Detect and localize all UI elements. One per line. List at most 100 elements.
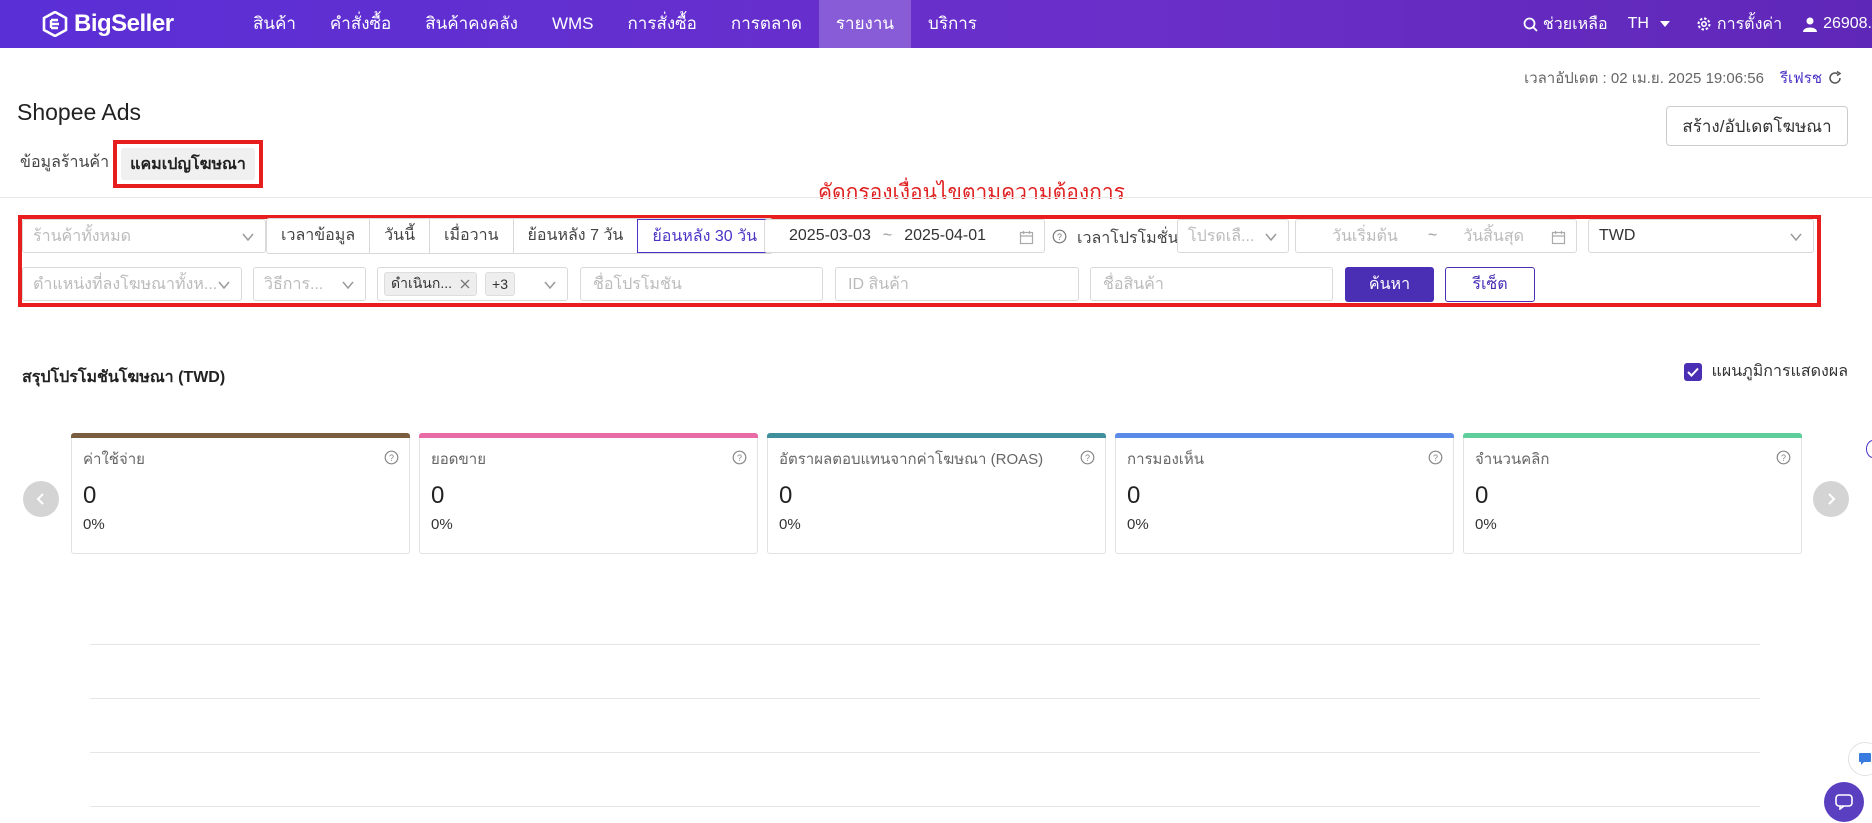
settings-link[interactable]: การตั้งค่า [1696, 12, 1782, 37]
refresh-icon [1829, 71, 1842, 84]
checkbox-checked-icon[interactable] [1683, 362, 1702, 381]
close-icon[interactable] [460, 279, 470, 289]
create-update-ad-button[interactable]: สร้าง/อัปเดตโฆษณา [1666, 106, 1848, 146]
svg-text:?: ? [737, 453, 742, 463]
help-link[interactable]: ช่วยเหลือ [1523, 12, 1608, 37]
range-yesterday[interactable]: เมื่อวาน [429, 219, 513, 253]
carousel-next-button[interactable] [1813, 481, 1849, 517]
metric-value: 0 [779, 482, 793, 509]
nav-item-reports[interactable]: รายงาน [818, 0, 912, 48]
card-color-bar [71, 433, 410, 438]
metric-card-clicks[interactable]: จำนวนคลิก ? 0 0% [1463, 433, 1802, 554]
carousel-prev-button[interactable] [23, 481, 59, 517]
data-time-range-group: เวลาข้อมูล วันนี้ เมื่อวาน ย้อนหลัง 7 วั… [266, 218, 774, 254]
promo-time-select[interactable]: โปรดเลื... [1177, 219, 1289, 253]
user-menu[interactable]: 26908. [1802, 15, 1872, 33]
product-id-placeholder: ID สินค้า [848, 275, 909, 293]
svg-text:?: ? [389, 453, 394, 463]
top-navbar: BigSeller สินค้า คำสั่งซื้อ สินค้าคงคลัง… [0, 0, 1872, 48]
range-today[interactable]: วันนี้ [369, 219, 429, 253]
range-last-7-days[interactable]: ย้อนหลัง 7 วัน [512, 219, 638, 253]
date-end: 2025-04-01 [904, 227, 987, 244]
metric-card-cost[interactable]: ค่าใช้จ่าย ? 0 0% [71, 433, 410, 554]
chevron-down-icon [544, 281, 556, 290]
promo-date-range-picker[interactable]: วันเริ่มต้น ~ วันสิ้นสุด [1295, 219, 1577, 253]
metric-percent: 0% [431, 516, 453, 533]
message-icon [1835, 794, 1853, 810]
ad-placement-select[interactable]: ตำแหน่งที่ลงโฆษณาทั้งห... [22, 267, 242, 301]
chevron-down-icon [218, 281, 230, 290]
metric-percent: 0% [779, 516, 801, 533]
promo-date-separator: ~ [1427, 227, 1438, 244]
range-last-30-days[interactable]: ย้อนหลัง 30 วัน [637, 219, 773, 253]
search-button[interactable]: ค้นหา [1345, 267, 1434, 302]
product-id-input[interactable]: ID สินค้า [835, 267, 1079, 301]
nav-item-services[interactable]: บริการ [911, 0, 994, 48]
chevron-right-icon [1828, 493, 1836, 505]
nav-item-orders[interactable]: คำสั่งซื้อ [313, 0, 408, 48]
help-icon[interactable]: ? [1428, 450, 1443, 465]
data-time-label: เวลาข้อมูล [281, 227, 356, 244]
metric-card-roas[interactable]: อัตราผลตอบแทนจากค่าโฆษณา (ROAS) ? 0 0% [767, 433, 1106, 554]
status-tag-label: ดำเนินก... [391, 275, 453, 291]
svg-text:?: ? [1433, 453, 1438, 463]
metric-card-sales[interactable]: ยอดขาย ? 0 0% [419, 433, 758, 554]
metric-card-impressions[interactable]: การมองเห็น ? 0 0% [1115, 433, 1454, 554]
nav-item-products[interactable]: สินค้า [236, 0, 313, 48]
chart-gridline [90, 698, 1760, 699]
nav-item-purchase[interactable]: การสั่งซื้อ [611, 0, 714, 48]
help-icon[interactable]: ? [732, 450, 747, 465]
metric-percent: 0% [83, 516, 105, 533]
bidding-method-select[interactable]: วิธีการ... [253, 267, 366, 301]
product-name-placeholder: ชื่อสินค้า [1103, 275, 1164, 293]
status-multi-select[interactable]: ดำเนินก... +3 [377, 267, 568, 301]
chevron-down-icon [342, 281, 354, 290]
promo-name-input[interactable]: ชื่อโปรโมชัน [580, 267, 823, 301]
metric-value: 0 [1475, 482, 1489, 509]
chart-gridline [90, 752, 1760, 753]
nav-item-wms[interactable]: WMS [535, 0, 611, 48]
divider [0, 197, 1872, 198]
side-widget-icon[interactable] [1866, 440, 1872, 458]
summary-title: สรุปโปรโมชันโฆษณา (TWD) [22, 369, 226, 386]
metric-value: 0 [83, 482, 97, 509]
promo-time-placeholder: โปรดเลื... [1188, 227, 1255, 245]
feedback-button[interactable] [1848, 742, 1872, 776]
status-tag: ดำเนินก... [384, 272, 478, 296]
metric-label: ยอดขาย [431, 451, 487, 468]
help-icon[interactable]: ? [1776, 450, 1791, 465]
metric-value: 0 [1127, 482, 1141, 509]
chart-toggle[interactable]: แผนภูมิการแสดงผล [1683, 359, 1848, 384]
chart-toggle-label: แผนภูมิการแสดงผล [1711, 363, 1848, 380]
metric-value: 0 [431, 482, 445, 509]
gear-icon [1697, 17, 1711, 31]
help-icon[interactable]: ? [1052, 229, 1067, 244]
nav-item-inventory[interactable]: สินค้าคงคลัง [408, 0, 535, 48]
help-icon[interactable]: ? [1080, 450, 1095, 465]
language-label: TH [1627, 15, 1649, 32]
card-color-bar [767, 433, 1106, 438]
nav-item-marketing[interactable]: การตลาด [714, 0, 819, 48]
tab-campaign[interactable]: แคมเปญโฆษณา [121, 148, 255, 180]
caret-down-icon [1659, 21, 1670, 27]
svg-text:?: ? [1781, 453, 1786, 463]
refresh-button[interactable]: รีเฟรช [1780, 66, 1842, 90]
help-icon[interactable]: ? [384, 450, 399, 465]
bigseller-logo[interactable]: BigSeller [42, 8, 174, 40]
metric-label: อัตราผลตอบแทนจากค่าโฆษณา (ROAS) [779, 451, 1044, 468]
product-name-input[interactable]: ชื่อสินค้า [1090, 267, 1333, 301]
bidding-method-placeholder: วิธีการ... [264, 275, 324, 293]
date-range-picker[interactable]: 2025-03-03 ~ 2025-04-01 [764, 219, 1045, 253]
tab-shop-info[interactable]: ข้อมูลร้านค้า [20, 150, 109, 175]
update-time-label: เวลาอัปเดต : 02 เม.ย. 2025 19:06:56 [1524, 70, 1764, 87]
shop-select[interactable]: ร้านค้าทั้งหมด [22, 219, 266, 253]
refresh-label: รีเฟรช [1779, 70, 1822, 87]
svg-text:?: ? [1057, 232, 1062, 242]
metric-label: จำนวนคลิก [1475, 451, 1550, 468]
language-selector[interactable]: TH [1628, 15, 1676, 33]
card-color-bar [419, 433, 758, 438]
chevron-down-icon [1265, 233, 1277, 242]
support-chat-button[interactable] [1824, 782, 1864, 822]
currency-select[interactable]: TWD [1588, 219, 1814, 253]
reset-button[interactable]: รีเซ็ต [1445, 267, 1535, 302]
